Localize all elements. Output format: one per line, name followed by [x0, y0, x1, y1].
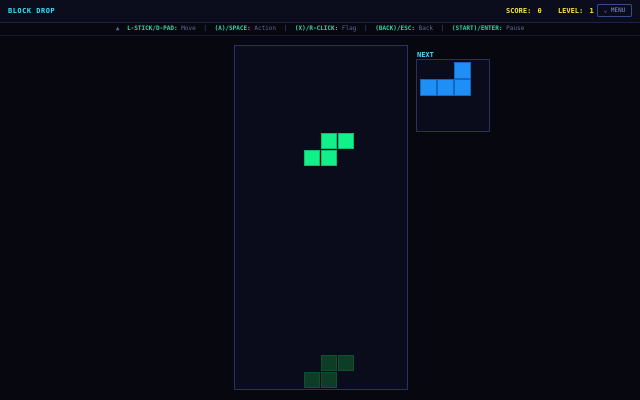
level-value: 1 [589, 7, 594, 15]
control-key-action: (A)/SPACE: [214, 25, 251, 32]
active-piece-block [338, 133, 354, 149]
score-label: SCORE: [506, 7, 532, 15]
ghost-piece-block [338, 355, 354, 371]
control-action-move: Move [181, 25, 196, 32]
ghost-piece-block [321, 372, 337, 388]
control-separator: | [440, 25, 445, 32]
control-key-pause: (START)/ENTER: [451, 25, 503, 32]
game-title: BLOCK DROP [8, 7, 56, 15]
next-piece-block [454, 62, 471, 79]
score-value: 0 [537, 7, 542, 15]
next-piece-preview [416, 59, 490, 132]
control-key-flag: (X)/R-CLICK: [294, 25, 339, 32]
active-piece-block [321, 150, 337, 166]
level-label: LEVEL: [557, 7, 584, 15]
control-key-move: L-STICK/D-PAD: [127, 25, 178, 32]
gamepad-icon: ▲ [115, 25, 120, 32]
next-piece-label: NEXT [417, 51, 434, 59]
score-panel: SCORE: 0 LEVEL: 1 [506, 7, 596, 15]
control-key-back: (BACK)/ESC: [375, 25, 415, 32]
control-separator: | [283, 25, 288, 32]
active-piece-block [304, 150, 320, 166]
control-action-flag: Flag [341, 25, 357, 32]
control-action-pause: Pause [506, 25, 525, 32]
game-board[interactable] [234, 45, 408, 390]
ghost-piece-block [321, 355, 337, 371]
game-screen: BLOCK DROP SCORE: 0 LEVEL: 1 ⌄ MENU ▲ L-… [0, 0, 640, 400]
next-piece-block [454, 79, 471, 96]
ghost-piece-block [304, 372, 320, 388]
control-action-back: Back [418, 25, 434, 32]
controls-hint-bar: ▲ L-STICK/D-PAD: Move | (A)/SPACE: Actio… [0, 23, 640, 36]
control-separator: | [203, 25, 207, 32]
control-separator: | [363, 25, 368, 32]
menu-button[interactable]: ⌄ MENU [597, 4, 632, 17]
next-piece-block [420, 79, 437, 96]
active-piece-block [321, 133, 337, 149]
control-action-action: Action [254, 25, 277, 32]
next-piece-block [437, 79, 454, 96]
header-bar: BLOCK DROP SCORE: 0 LEVEL: 1 ⌄ MENU [0, 0, 640, 23]
